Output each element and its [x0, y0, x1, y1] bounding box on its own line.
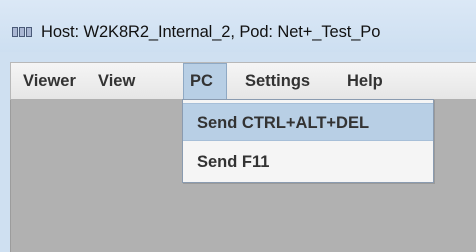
- menu-view[interactable]: View: [92, 63, 141, 99]
- send-f11-item[interactable]: Send F11: [183, 143, 433, 181]
- menu-settings[interactable]: Settings: [239, 63, 316, 99]
- remote-desktop-icon: [12, 27, 34, 37]
- pc-dropdown-menu: Send CTRL+ALT+DEL Send F11: [182, 99, 434, 183]
- send-ctrl-alt-del-item[interactable]: Send CTRL+ALT+DEL: [183, 103, 433, 141]
- title-bar[interactable]: Host: W2K8R2_Internal_2, Pod: Net+_Test_…: [0, 0, 476, 52]
- menu-help[interactable]: Help: [341, 63, 389, 99]
- menu-pc[interactable]: PC: [183, 63, 227, 99]
- menu-viewer[interactable]: Viewer: [17, 63, 82, 99]
- window-title: Host: W2K8R2_Internal_2, Pod: Net+_Test_…: [41, 23, 381, 41]
- menu-bar: Viewer View PC Settings Help: [10, 62, 476, 100]
- remote-viewer-window: Host: W2K8R2_Internal_2, Pod: Net+_Test_…: [0, 0, 476, 252]
